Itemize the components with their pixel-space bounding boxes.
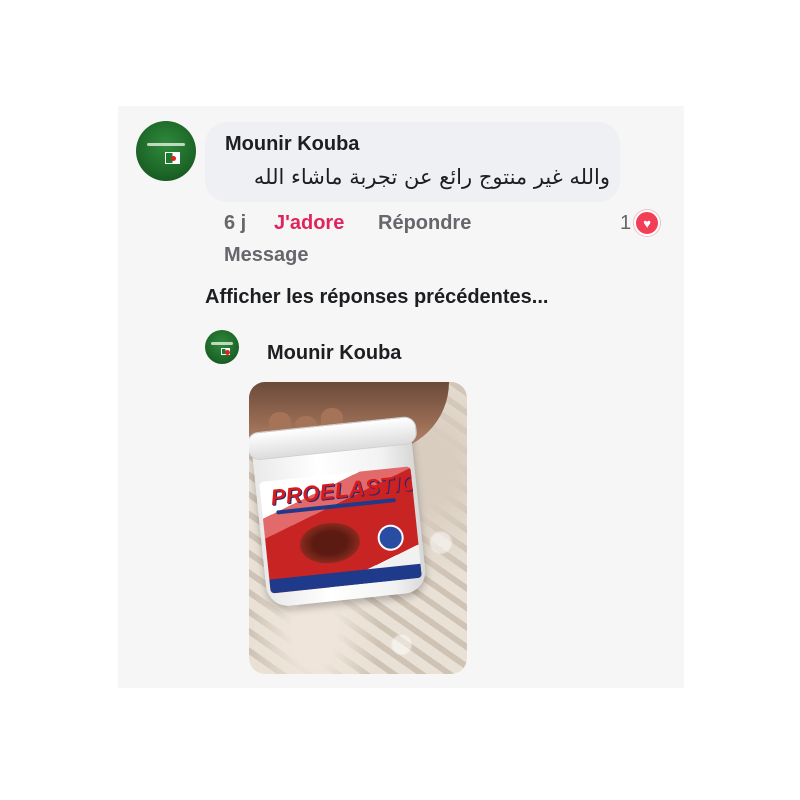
comment-text: والله غير منتوج رائع عن تجربة ماشاء الله [253,165,610,189]
like-button[interactable]: J'adore [274,212,344,235]
flag-icon [220,347,231,356]
product-label: PROELASTIC [259,466,423,594]
author-avatar[interactable] [136,121,196,181]
reply-author-name[interactable]: Mounir Kouba [267,342,401,365]
reaction-summary[interactable]: 1 ♥ [620,210,661,236]
comment-author-name[interactable]: Mounir Kouba [225,133,359,156]
reaction-count: 1 [620,211,632,234]
seal-icon [376,523,405,553]
label-illustration [297,520,362,567]
avatar-shirt-detail [146,142,186,146]
reply-button[interactable]: Répondre [378,212,471,235]
flag-icon [165,152,181,164]
avatar-shirt-detail [211,342,233,346]
label-strip [269,563,423,594]
reply-author-avatar[interactable] [205,330,239,364]
reply-photo[interactable]: PROELASTIC [249,382,467,674]
view-previous-replies-link[interactable]: Afficher les réponses précédentes... [205,286,548,309]
message-button[interactable]: Message [224,244,309,267]
heart-icon: ♥ [634,210,661,236]
comment-timestamp[interactable]: 6 j [224,212,246,235]
product-bucket: PROELASTIC [249,415,428,608]
